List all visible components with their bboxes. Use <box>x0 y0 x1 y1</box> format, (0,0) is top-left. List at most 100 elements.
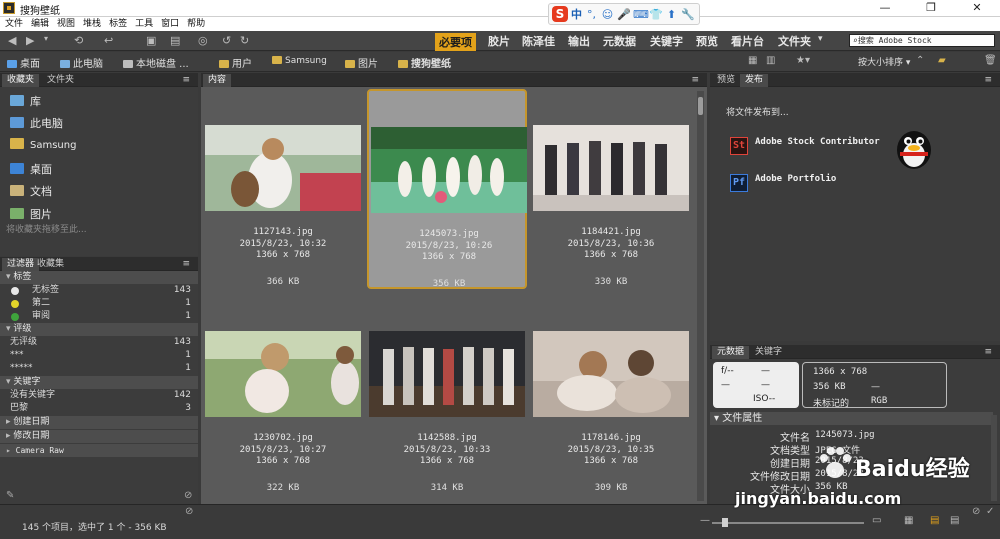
filter-group-date-modified[interactable]: 修改日期 <box>0 430 198 443</box>
ime-toolbar[interactable]: S 中 °, ☺ 🎤 ⌨ 👕 ⬆ 🔧 <box>548 3 700 25</box>
workspace-output[interactable]: 输出 <box>568 33 590 49</box>
thumbnail[interactable]: 1230702.jpg 2015/8/23, 10:27 1366 x 768 32… <box>203 295 363 495</box>
panel-menu-icon[interactable]: ≡ <box>686 74 704 87</box>
filter-group-ratings[interactable]: 评级 <box>0 323 198 336</box>
keyboard-icon[interactable]: ⌨ <box>633 8 649 21</box>
nav-dropdown-icon[interactable]: ▾ <box>44 34 48 43</box>
workspace-light-table[interactable]: 看片台 <box>731 33 764 49</box>
slider-handle[interactable] <box>722 518 728 527</box>
open-in-camera-raw-icon[interactable]: ◎ <box>198 34 208 47</box>
menu-help[interactable]: 帮助 <box>183 17 209 31</box>
workspace-metadata[interactable]: 元数据 <box>603 33 636 49</box>
view-thumbnails-icon[interactable]: ▤ <box>930 515 939 526</box>
sort-direction-icon[interactable]: ⌃ <box>916 55 924 66</box>
breadcrumb-local-disk[interactable]: 本地磁盘 ... <box>123 55 189 70</box>
thumbnail[interactable]: 1184421.jpg 2015/8/23, 10:36 1366 x 768 33… <box>531 89 691 289</box>
lock-grid-icon[interactable]: ▦ <box>904 515 913 526</box>
rating-filter-icon[interactable]: ★▾ <box>796 55 810 66</box>
boomerang-icon[interactable]: ↩ <box>104 34 113 47</box>
tab-keywords[interactable]: 关键字 <box>750 346 787 359</box>
tab-favorites[interactable]: 收藏夹 <box>2 74 40 87</box>
filter-row[interactable]: ***** 1 <box>0 362 198 375</box>
camera-import-icon[interactable]: ▣ <box>146 34 156 47</box>
zoom-in-icon[interactable]: ▭ <box>872 515 881 526</box>
upload-icon[interactable]: ⬆ <box>665 8 678 21</box>
clear-metadata-icon[interactable]: ⊘ <box>972 506 980 517</box>
breadcrumb-users[interactable]: 用户 <box>219 55 252 70</box>
workspace-more-dropdown-icon[interactable]: ▾ <box>818 34 823 44</box>
filter-group-keywords[interactable]: 关键字 <box>0 376 198 389</box>
refine-icon[interactable]: ▤ <box>170 34 180 47</box>
view-list-icon[interactable]: ▥ <box>766 55 775 66</box>
favorite-this-pc[interactable]: 此电脑 <box>10 115 63 131</box>
menu-file[interactable]: 文件 <box>0 17 27 31</box>
filter-row[interactable]: 第二 1 <box>0 297 198 310</box>
breadcrumb-desktop[interactable]: 桌面 <box>7 55 40 70</box>
punctuation-icon[interactable]: °, <box>585 8 598 21</box>
workspace-essentials[interactable]: 必要项 <box>435 33 476 51</box>
filter-row[interactable]: 无标签 143 <box>0 284 198 297</box>
tab-folders[interactable]: 文件夹 <box>42 74 79 87</box>
thumbnail[interactable]: 1178146.jpg 2015/8/23, 10:35 1366 x 768 30… <box>531 295 691 495</box>
panel-menu-icon[interactable]: ≡ <box>979 346 997 359</box>
ime-mode-toggle[interactable]: 中 <box>571 6 582 22</box>
favorite-pictures[interactable]: 图片 <box>10 206 52 222</box>
filter-group-labels[interactable]: 标签 <box>0 271 198 284</box>
pin-icon[interactable]: ✎ <box>6 490 14 501</box>
zoom-out-icon[interactable]: — <box>700 515 710 526</box>
clear-filter-icon[interactable]: ⊘ <box>185 506 193 517</box>
thumbnail[interactable]: 1142588.jpg 2015/8/23, 10:33 1366 x 768 31… <box>367 295 527 495</box>
tab-metadata[interactable]: 元数据 <box>712 346 750 359</box>
favorite-samsung[interactable]: Samsung <box>10 138 76 151</box>
clear-filter-icon[interactable]: ⊘ <box>184 490 192 501</box>
thumbnail-size-slider[interactable] <box>712 522 864 524</box>
panel-menu-icon[interactable]: ≡ <box>979 74 997 87</box>
breadcrumb-current-folder[interactable]: 搜狗壁纸 <box>398 55 451 70</box>
workspace-custom[interactable]: 陈泽佳 <box>522 33 555 49</box>
file-properties-header[interactable]: ▾ 文件属性 <box>710 412 993 425</box>
favorite-library[interactable]: 库 <box>10 93 41 109</box>
metadata-scrollbar[interactable] <box>991 415 997 501</box>
sort-dropdown[interactable]: 按大小排序 ▾ <box>858 55 910 68</box>
tab-preview[interactable]: 预览 <box>712 74 740 87</box>
minimize-button[interactable]: — <box>862 0 908 17</box>
menu-edit[interactable]: 编辑 <box>27 17 53 31</box>
skin-icon[interactable]: 👕 <box>649 8 663 21</box>
filter-group-camera-raw[interactable]: Camera Raw <box>0 444 198 457</box>
new-folder-icon[interactable]: ▰ <box>938 55 946 66</box>
rotate-left-icon[interactable]: ↺ <box>222 34 231 47</box>
filter-row[interactable]: *** 1 <box>0 349 198 362</box>
content-scrollbar[interactable] <box>697 91 704 501</box>
publish-adobe-stock[interactable]: St Adobe Stock Contributor <box>730 137 880 155</box>
menu-window[interactable]: 窗口 <box>157 17 183 31</box>
publish-adobe-portfolio[interactable]: Pf Adobe Portfolio <box>730 174 836 192</box>
filter-row[interactable]: 无评级 143 <box>0 336 198 349</box>
scrollbar-thumb[interactable] <box>698 97 703 115</box>
menu-view[interactable]: 视图 <box>53 17 79 31</box>
forward-arrow-icon[interactable]: ▶ <box>26 34 34 47</box>
breadcrumb-samsung[interactable]: Samsung <box>272 56 327 66</box>
workspace-folders[interactable]: 文件夹 <box>778 33 811 49</box>
recent-folder-icon[interactable]: ⟲ <box>74 34 83 47</box>
favorite-documents[interactable]: 文档 <box>10 183 52 199</box>
filter-group-date-created[interactable]: 创建日期 <box>0 416 198 429</box>
tab-collections[interactable]: 收藏集 <box>32 258 69 271</box>
voice-icon[interactable]: 🎤 <box>617 8 631 21</box>
menu-stack[interactable]: 堆栈 <box>79 17 105 31</box>
filter-row[interactable]: 审阅 1 <box>0 310 198 323</box>
workspace-filmstrip[interactable]: 胶片 <box>488 33 510 49</box>
workspace-keywords[interactable]: 关键字 <box>650 33 683 49</box>
filter-row[interactable]: 没有关键字 142 <box>0 389 198 402</box>
breadcrumb-pictures[interactable]: 图片 <box>345 55 378 70</box>
panel-menu-icon[interactable]: ≡ <box>177 258 195 271</box>
emoji-icon[interactable]: ☺ <box>601 8 614 21</box>
maximize-button[interactable]: ❐ <box>908 0 954 17</box>
menu-tools[interactable]: 工具 <box>131 17 157 31</box>
back-arrow-icon[interactable]: ◀ <box>8 34 16 47</box>
panel-menu-icon[interactable]: ≡ <box>177 74 195 87</box>
settings-wrench-icon[interactable]: 🔧 <box>681 8 695 21</box>
view-grid-icon[interactable]: ▦ <box>748 55 757 66</box>
breadcrumb-this-pc[interactable]: 此电脑 <box>60 55 103 70</box>
view-details-icon[interactable]: ▤ <box>950 515 959 526</box>
sogou-logo-icon[interactable]: S <box>552 6 568 22</box>
